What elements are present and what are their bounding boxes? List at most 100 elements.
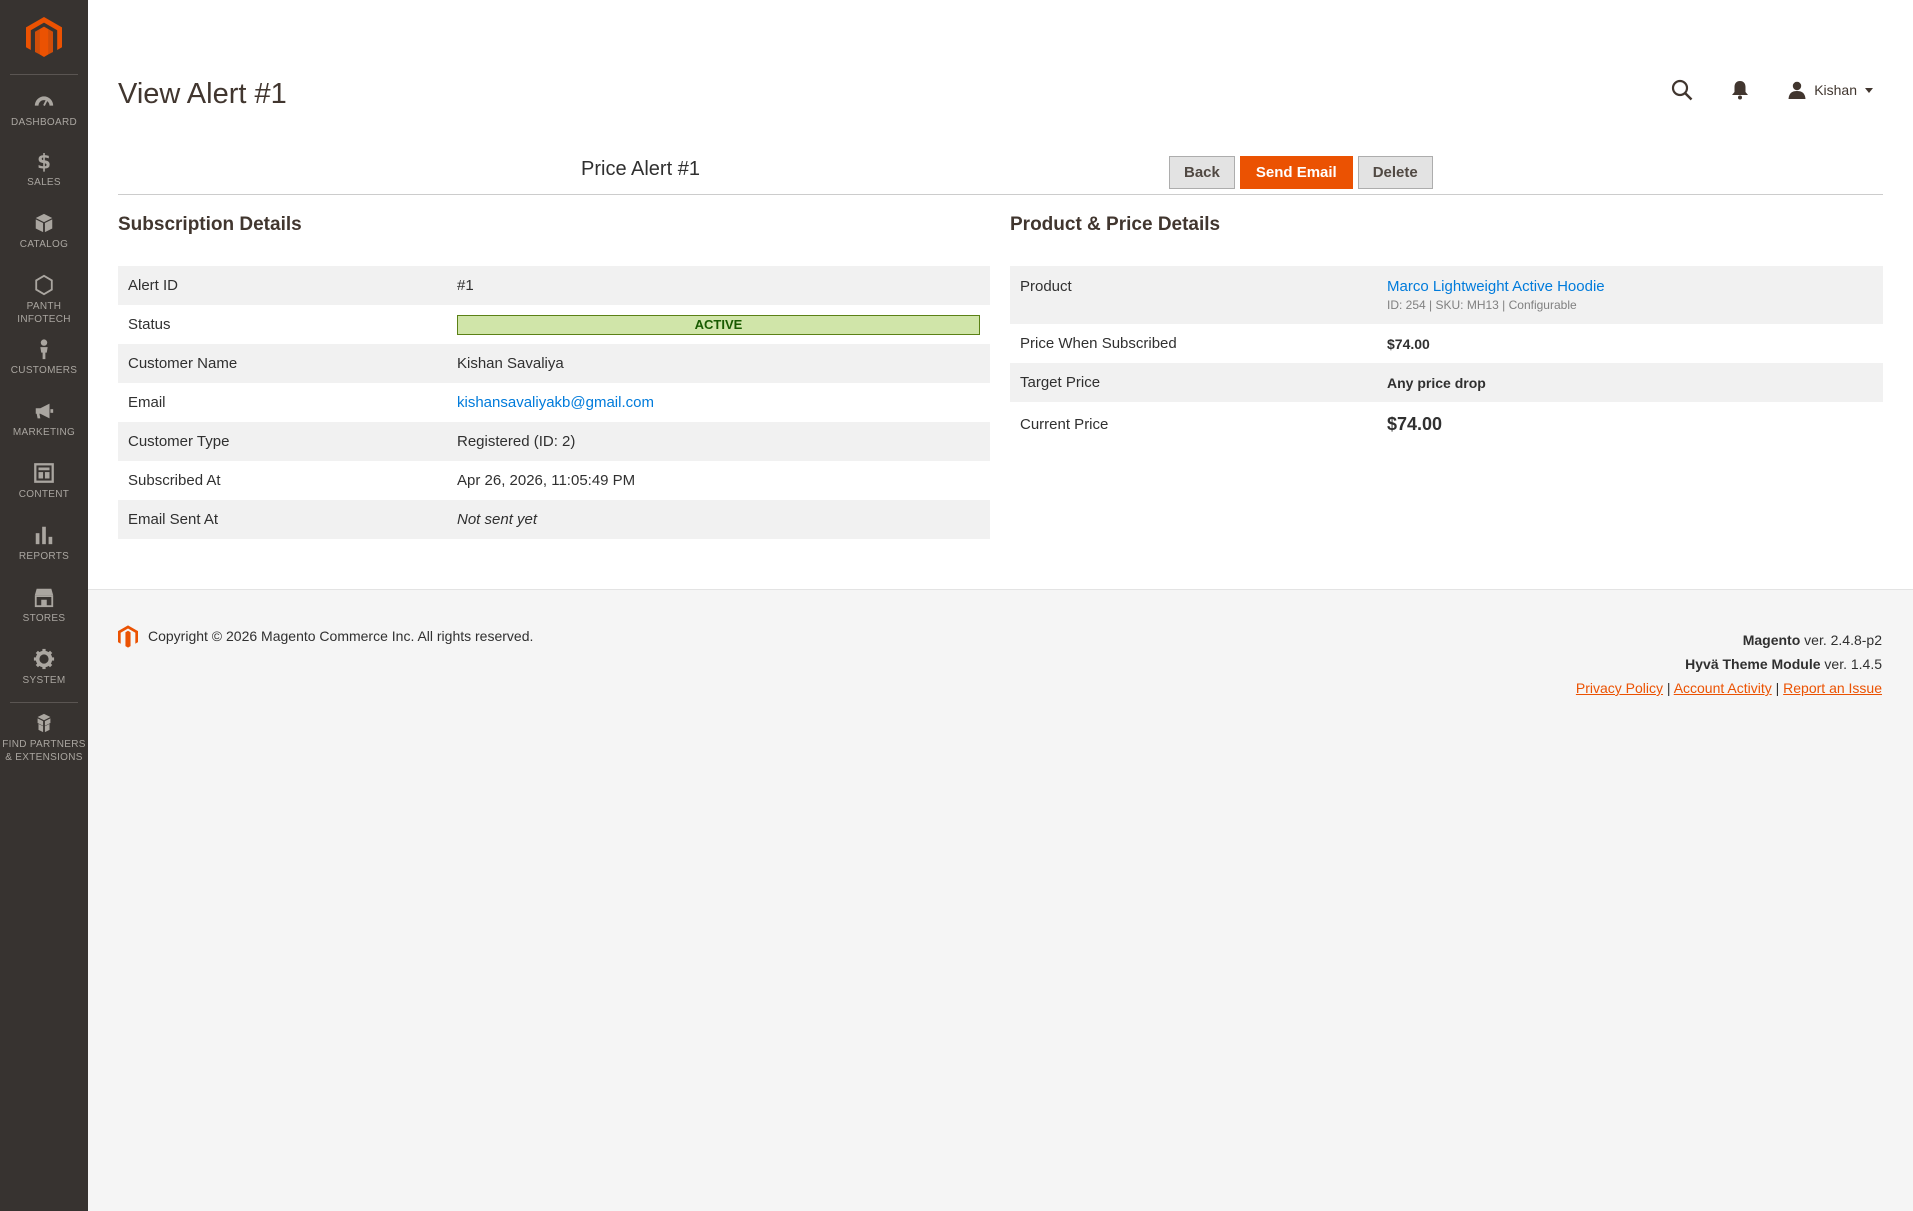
- row-label: Customer Name: [128, 355, 238, 372]
- nav-label: CATALOG: [19, 239, 69, 250]
- email-sent-at-value: Not sent yet: [457, 511, 538, 528]
- row-label: Current Price: [1020, 416, 1109, 433]
- footer-version-info: Magento ver. 2.4.8-p2 Hyvä Theme Module …: [1576, 628, 1882, 700]
- layout-icon: [34, 463, 54, 483]
- table-row: Subscribed At Apr 26, 2026, 11:05:49 PM: [118, 461, 990, 500]
- delete-button[interactable]: Delete: [1357, 156, 1433, 189]
- nav-label: SALES: [27, 177, 61, 188]
- hyva-name: Hyvä Theme Module: [1685, 656, 1821, 672]
- product-meta: ID: 254 | SKU: MH13 | Configurable: [1387, 298, 1577, 312]
- copyright-text: Copyright © 2026 Magento Commerce Inc. A…: [148, 628, 534, 644]
- product-price-details-table: Product Marco Lightweight Active Hoodie …: [1010, 266, 1883, 447]
- table-row: Customer Type Registered (ID: 2): [118, 422, 990, 461]
- box-icon: [35, 213, 53, 233]
- svg-text:$: $: [37, 150, 51, 172]
- nav-item-find-partners[interactable]: FIND PARTNERS & EXTENSIONS: [0, 712, 88, 764]
- divider: [118, 194, 1883, 195]
- nav-item-catalog[interactable]: CATALOG: [0, 212, 88, 251]
- table-row: Email Sent At Not sent yet: [118, 500, 990, 539]
- table-row: Current Price $74.00: [1010, 402, 1883, 447]
- magento-version: Magento ver. 2.4.8-p2: [1576, 628, 1882, 652]
- person-icon: [40, 339, 48, 360]
- product-price-details-title: Product & Price Details: [1010, 214, 1221, 235]
- row-label: Customer Type: [128, 433, 230, 450]
- bell-icon[interactable]: [1728, 78, 1752, 102]
- sidebar-divider: [10, 74, 78, 75]
- row-label: Subscribed At: [128, 472, 221, 489]
- form-heading: Price Alert #1: [581, 158, 700, 180]
- nav-item-dashboard[interactable]: DASHBOARD: [0, 90, 88, 129]
- alert-id-value: #1: [457, 277, 474, 294]
- footer-links: Privacy Policy | Account Activity | Repo…: [1576, 676, 1882, 700]
- product-link[interactable]: Marco Lightweight Active Hoodie: [1387, 278, 1605, 295]
- sidebar-divider: [10, 702, 78, 703]
- price-subscribed-value: $74.00: [1387, 335, 1430, 352]
- row-label: Status: [128, 316, 171, 333]
- customer-type-value: Registered (ID: 2): [457, 433, 576, 450]
- nav-item-sales[interactable]: $ SALES: [0, 150, 88, 189]
- nav-label: REPORTS: [18, 551, 70, 562]
- row-label: Product: [1020, 278, 1072, 295]
- subscription-details-title: Subscription Details: [118, 214, 302, 235]
- nav-item-content[interactable]: CONTENT: [0, 462, 88, 501]
- nav-label: MARKETING: [12, 427, 76, 438]
- dollar-icon: $: [37, 150, 51, 172]
- admin-sidebar: DASHBOARD $ SALES CATALOG PANTH INFOTECH…: [0, 0, 88, 1211]
- table-row: Status ACTIVE: [118, 305, 990, 344]
- table-row: Email kishansavaliyakb@gmail.com: [118, 383, 990, 422]
- nav-label: STORES: [22, 613, 66, 624]
- nav-label: CONTENT: [18, 489, 70, 500]
- table-row: Customer Name Kishan Savaliya: [118, 344, 990, 383]
- magento-ver: ver. 2.4.8-p2: [1800, 632, 1882, 648]
- email-link[interactable]: kishansavaliyakb@gmail.com: [457, 394, 654, 411]
- hyva-version: Hyvä Theme Module ver. 1.4.5: [1576, 652, 1882, 676]
- privacy-policy-link[interactable]: Privacy Policy: [1576, 680, 1663, 696]
- page-title: View Alert #1: [118, 78, 287, 110]
- row-label: Target Price: [1020, 374, 1101, 391]
- status-badge: ACTIVE: [457, 314, 980, 335]
- nav-item-reports[interactable]: REPORTS: [0, 524, 88, 563]
- table-row: Alert ID #1: [118, 266, 990, 305]
- nav-item-marketing[interactable]: MARKETING: [0, 400, 88, 439]
- bar-chart-icon: [35, 526, 53, 545]
- row-label: Email Sent At: [128, 511, 219, 528]
- current-price-value: $74.00: [1387, 414, 1443, 434]
- main-content: View Alert #1 Kishan Price Alert #1 Back…: [88, 0, 1913, 589]
- link-separator: |: [1666, 680, 1671, 696]
- footer-divider: [88, 589, 1913, 590]
- target-price-value: Any price drop: [1387, 374, 1486, 391]
- megaphone-icon: [35, 403, 54, 419]
- nav-item-panth-infotech[interactable]: PANTH INFOTECH: [0, 274, 88, 326]
- user-name: Kishan: [1814, 82, 1857, 98]
- cubes-icon: [37, 713, 51, 733]
- user-icon: [1788, 81, 1806, 99]
- search-icon[interactable]: [1670, 78, 1694, 102]
- subscription-details-table: Alert ID #1 Status ACTIVE Customer Name …: [118, 266, 990, 539]
- account-activity-link[interactable]: Account Activity: [1674, 680, 1772, 696]
- link-separator: |: [1775, 680, 1780, 696]
- back-button[interactable]: Back: [1169, 156, 1235, 189]
- send-email-button[interactable]: Send Email: [1239, 156, 1353, 189]
- row-label: Price When Subscribed: [1020, 335, 1177, 352]
- header-actions: Kishan: [1670, 78, 1873, 102]
- table-row: Price When Subscribed $74.00: [1010, 324, 1883, 363]
- row-label: Email: [128, 394, 166, 411]
- user-menu[interactable]: Kishan: [1788, 81, 1873, 99]
- action-buttons: Back Send Email Delete: [1169, 156, 1438, 189]
- magento-name: Magento: [1742, 632, 1801, 648]
- subscribed-at-value: Apr 26, 2026, 11:05:49 PM: [457, 472, 636, 489]
- nav-label: DASHBOARD: [10, 117, 78, 128]
- dashboard-icon: [34, 96, 54, 106]
- table-row: Target Price Any price drop: [1010, 363, 1883, 402]
- report-issue-link[interactable]: Report an Issue: [1783, 680, 1882, 696]
- hyva-ver: ver. 1.4.5: [1820, 656, 1882, 672]
- magento-logo-icon[interactable]: [26, 17, 62, 57]
- table-row: Product Marco Lightweight Active Hoodie …: [1010, 266, 1883, 324]
- nav-item-system[interactable]: SYSTEM: [0, 648, 88, 687]
- hexagon-icon: [35, 274, 53, 296]
- magento-logo-icon: [118, 625, 138, 648]
- nav-item-stores[interactable]: STORES: [0, 586, 88, 625]
- nav-label: FIND PARTNERS & EXTENSIONS: [2, 739, 86, 763]
- nav-item-customers[interactable]: CUSTOMERS: [0, 338, 88, 377]
- row-label: Alert ID: [128, 277, 179, 294]
